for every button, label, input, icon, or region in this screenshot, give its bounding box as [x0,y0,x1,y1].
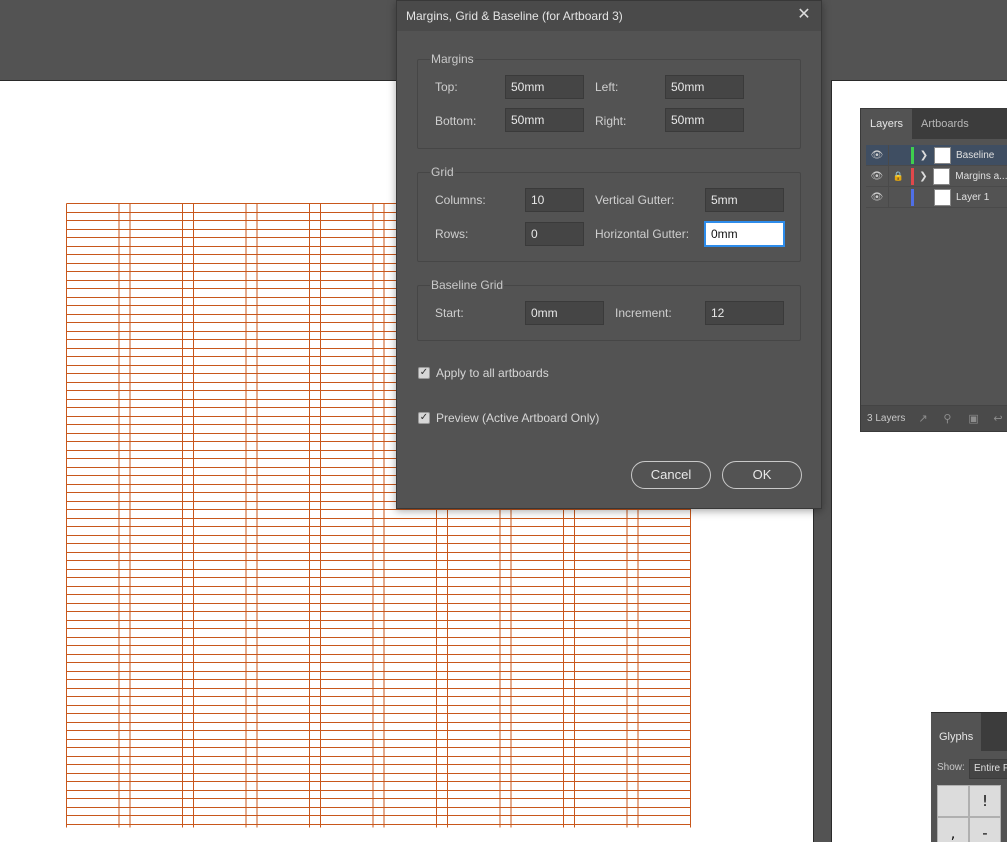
layer-name[interactable]: Margins a... [955,171,1007,182]
dialog-title: Margins, Grid & Baseline (for Artboard 3… [406,9,623,23]
margins-group-label: Margins [430,52,475,66]
baseline-group-label: Baseline Grid [430,278,505,292]
glyphs-show-select[interactable]: Entire F [969,759,1007,779]
eye-icon[interactable]: 👁 [866,192,888,203]
glyph-cell[interactable]: , [937,817,969,842]
margin-left-label: Left: [595,80,619,94]
tab-glyphs[interactable]: Glyphs [931,713,982,751]
glyph-cell[interactable]: - [969,817,1001,842]
layer-thumbnail [934,188,951,206]
cancel-button[interactable]: Cancel [631,461,711,489]
chevron-right-icon[interactable]: ❯ [914,171,934,182]
tab-artboards[interactable]: Artboards [912,109,978,139]
search-icon[interactable]: ⚲ [943,413,955,425]
margin-top-input[interactable] [505,75,584,99]
horizontal-gutter-input[interactable] [705,222,784,246]
layer-row-margins[interactable]: 👁 🔒 ❯ Margins a... [866,165,1007,187]
layers-panel-footer: 3 Layers ↗ ⚲ ▣ ↩ [861,405,1007,431]
chevron-right-icon[interactable]: ❯ [914,150,934,161]
margin-bottom-input[interactable] [505,108,584,132]
glyph-cell[interactable] [937,785,969,817]
baseline-increment-input[interactable] [705,301,784,325]
margin-right-label: Right: [595,114,627,128]
grid-group [417,172,801,262]
ok-button[interactable]: OK [722,461,802,489]
grid-columns-label: Columns: [435,193,486,207]
layers-panel-tabs: Layers Artboards [861,109,1007,139]
grid-columns-input[interactable] [525,188,584,212]
layer-row-layer1[interactable]: 👁 Layer 1 [866,186,1007,208]
apply-all-label[interactable]: Apply to all artboards [436,366,549,380]
apply-all-checkbox[interactable]: ✓ [418,367,430,379]
margin-top-label: Top: [435,80,458,94]
grid-group-label: Grid [430,165,455,179]
baseline-increment-label: Increment: [615,306,672,320]
grid-rows-label: Rows: [435,227,469,241]
export-icon[interactable]: ↗ [918,413,930,425]
glyphs-show-label: Show: [937,762,965,773]
eye-icon[interactable]: 👁 [866,150,888,161]
tab-layers[interactable]: Layers [861,109,913,139]
dialog-titlebar[interactable]: Margins, Grid & Baseline (for Artboard 3… [397,1,821,31]
grid-rows-input[interactable] [525,222,584,246]
new-sublayer-icon[interactable]: ↩ [993,413,1005,425]
lock-toggle[interactable] [888,144,908,166]
baseline-start-label: Start: [435,306,464,320]
margins-grid-dialog: Margins, Grid & Baseline (for Artboard 3… [396,0,822,509]
baseline-start-input[interactable] [525,301,604,325]
layer-name[interactable]: Baseline [956,150,994,161]
layers-panel: Layers Artboards 👁 ❯ Baseline 👁 🔒 ❯ Marg… [860,108,1007,432]
eye-icon[interactable]: 👁 [866,171,888,182]
horizontal-gutter-label: Horizontal Gutter: [595,227,690,241]
layer-thumbnail [933,167,951,185]
margin-bottom-label: Bottom: [435,114,477,128]
layer-color-swatch [911,188,914,206]
vertical-gutter-label: Vertical Gutter: [595,193,675,207]
layer-thumbnail [934,146,951,164]
margin-left-input[interactable] [665,75,744,99]
layer-row-baseline[interactable]: 👁 ❯ Baseline [866,144,1007,166]
glyphs-panel-tabs: Glyphs [931,713,1007,751]
glyphs-panel: Glyphs Show: Entire F ! , - [931,712,1007,842]
layers-list: 👁 ❯ Baseline 👁 🔒 ❯ Margins a... 👁 Layer … [866,144,1007,208]
layers-count: 3 Layers [867,413,906,424]
glyph-cell[interactable]: ! [969,785,1001,817]
margin-right-input[interactable] [665,108,744,132]
layer-name[interactable]: Layer 1 [956,192,989,203]
lock-icon[interactable]: 🔒 [887,165,908,187]
preview-label[interactable]: Preview (Active Artboard Only) [436,411,599,425]
clipping-mask-icon[interactable]: ▣ [968,413,980,425]
margins-group [417,59,801,149]
vertical-gutter-input[interactable] [705,188,784,212]
close-icon[interactable]: ✕ [795,6,813,24]
preview-checkbox[interactable]: ✓ [418,412,430,424]
lock-toggle[interactable] [888,186,908,208]
